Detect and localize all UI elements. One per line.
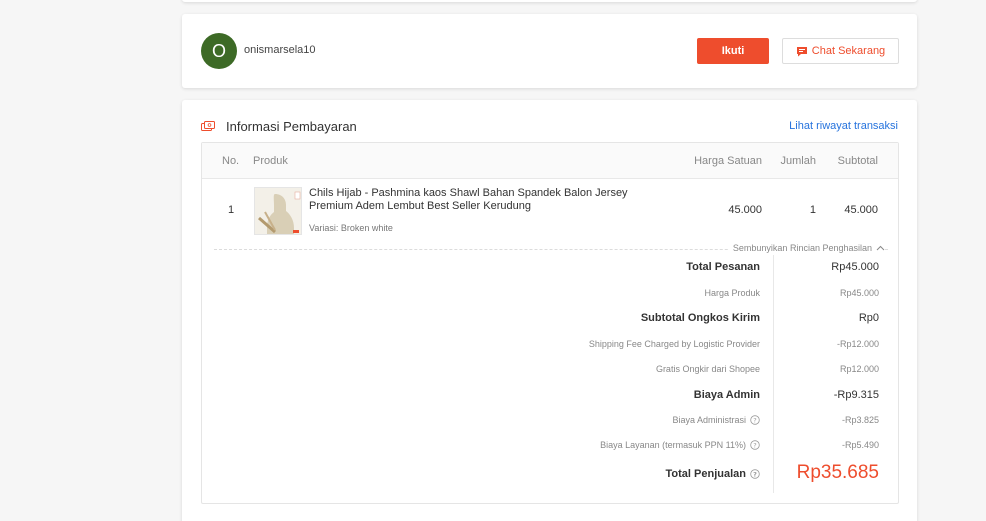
- help-icon[interactable]: ?: [750, 469, 760, 479]
- chevron-up-icon: [876, 245, 885, 251]
- admin-fee-value: -Rp9.315: [833, 389, 879, 401]
- total-order-label: Total Pesanan: [686, 261, 760, 273]
- svg-text:?: ?: [753, 441, 756, 449]
- column-header-subtotal: Subtotal: [837, 155, 878, 167]
- item-number: 1: [228, 204, 235, 216]
- unit-price: 45.000: [728, 204, 762, 216]
- column-header-quantity: Jumlah: [780, 155, 816, 167]
- quantity: 1: [809, 204, 816, 216]
- administration-fee-row: Biaya Administrasi ?: [672, 415, 760, 425]
- previous-card: [182, 0, 917, 2]
- column-header-no: No.: [222, 155, 240, 167]
- help-icon[interactable]: ?: [750, 440, 760, 450]
- total-order-value: Rp45.000: [831, 261, 879, 273]
- payment-info-card: Informasi Pembayaran Lihat riwayat trans…: [182, 100, 917, 521]
- buyer-username[interactable]: onismarsela10: [244, 44, 316, 56]
- chat-now-button[interactable]: Chat Sekarang: [782, 38, 899, 64]
- shipping-fee-label: Shipping Fee Charged by Logistic Provide…: [588, 339, 760, 349]
- product-price-label: Harga Produk: [704, 288, 760, 298]
- free-shipping-label: Gratis Ongkir dari Shopee: [655, 364, 760, 374]
- service-fee-value: -Rp5.490: [841, 440, 879, 450]
- product-price-value: Rp45.000: [839, 288, 879, 298]
- service-fee-label: Biaya Layanan (termasuk PPN 11%): [600, 440, 746, 450]
- order-items-table: No. Produk Harga Satuan Jumlah Subtotal …: [201, 142, 899, 504]
- service-fee-row: Biaya Layanan (termasuk PPN 11%) ?: [600, 440, 760, 450]
- product-thumbnail[interactable]: [254, 187, 302, 235]
- shipping-fee-value: -Rp12.000: [836, 339, 879, 349]
- shipping-subtotal-value: Rp0: [858, 312, 879, 324]
- product-image: [255, 188, 301, 234]
- total-sales-row: Total Penjualan ?: [666, 468, 760, 480]
- follow-button[interactable]: Ikuti: [697, 38, 769, 64]
- chat-now-label: Chat Sekarang: [811, 45, 886, 57]
- product-name[interactable]: Chils Hijab - Pashmina kaos Shawl Bahan …: [309, 187, 673, 213]
- administration-fee-label: Biaya Administrasi: [672, 415, 746, 425]
- administration-fee-value: -Rp3.825: [841, 415, 879, 425]
- subtotal: 45.000: [844, 204, 878, 216]
- toggle-label: Sembunyikan Rincian Penghasilan: [732, 243, 872, 253]
- free-shipping-value: Rp12.000: [839, 364, 879, 374]
- transaction-history-link[interactable]: Lihat riwayat transaksi: [789, 120, 898, 132]
- admin-fee-label: Biaya Admin: [693, 389, 760, 401]
- shipping-subtotal-label: Subtotal Ongkos Kirim: [640, 312, 760, 324]
- table-header: No. Produk Harga Satuan Jumlah Subtotal: [202, 143, 898, 179]
- hide-income-details-toggle[interactable]: Sembunyikan Rincian Penghasilan: [728, 243, 885, 253]
- svg-text:?: ?: [753, 416, 756, 424]
- column-header-product: Produk: [253, 155, 288, 167]
- payment-section-title: Informasi Pembayaran: [226, 119, 357, 134]
- breakdown-divider: [773, 255, 774, 493]
- total-sales-value: Rp35.685: [796, 462, 879, 483]
- help-icon[interactable]: ?: [750, 415, 760, 425]
- payment-icon: [201, 121, 215, 131]
- avatar[interactable]: O: [201, 33, 237, 69]
- buyer-card: O onismarsela10 Ikuti Chat Sekarang: [182, 14, 917, 88]
- product-variant: Variasi: Broken white: [309, 223, 393, 233]
- total-sales-label: Total Penjualan: [665, 468, 746, 480]
- chat-icon: [796, 46, 807, 56]
- column-header-unit-price: Harga Satuan: [694, 155, 762, 167]
- svg-text:?: ?: [753, 470, 757, 478]
